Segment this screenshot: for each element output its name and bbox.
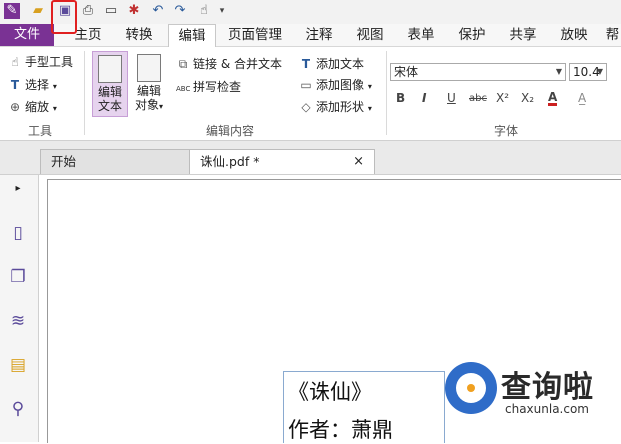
bold-button[interactable]: B	[396, 91, 405, 105]
edit-content-group-label: 编辑内容	[205, 124, 254, 138]
dropdown-icon[interactable]: ▾	[214, 3, 230, 19]
tab-help[interactable]: 帮	[604, 24, 621, 46]
open-folder-icon[interactable]: ▰	[30, 3, 46, 19]
tab-view[interactable]: 视图	[352, 24, 388, 46]
select-button[interactable]: T 选择 ▾	[8, 76, 57, 93]
tab-convert[interactable]: 转换	[121, 24, 157, 46]
save-highlight-annotation	[51, 0, 77, 34]
font-name-select[interactable]: 宋体 ▼	[390, 63, 566, 81]
tab-page-manage[interactable]: 页面管理	[222, 24, 288, 46]
close-icon[interactable]: ×	[353, 150, 364, 174]
superscript-button[interactable]: X²	[496, 91, 509, 105]
underline-button[interactable]: U	[447, 91, 456, 105]
edit-text-button[interactable]: 编辑 文本	[92, 51, 128, 117]
subscript-button[interactable]: X₂	[521, 91, 534, 105]
spell-check-icon: ABC	[176, 85, 191, 93]
layers-icon[interactable]: ≋	[8, 311, 28, 331]
select-icon: T	[10, 78, 20, 92]
comments-icon[interactable]: ▤	[8, 355, 28, 375]
tab-current-document[interactable]: 诛仙.pdf * ×	[189, 149, 375, 174]
zoom-button[interactable]: ⊕ 缩放 ▾	[8, 98, 57, 115]
tab-slideshow[interactable]: 放映	[556, 24, 592, 46]
text-outline-button[interactable]: A̲	[578, 91, 586, 105]
link-merge-text-button[interactable]: ⧉ 链接 & 合并文本	[176, 55, 282, 72]
font-group-label: 字体	[493, 124, 518, 138]
print-icon[interactable]: ⎙	[80, 3, 96, 19]
bookmark-icon[interactable]: ▯	[8, 223, 28, 243]
chevron-down-icon: ▼	[555, 67, 562, 76]
group-divider	[386, 51, 387, 135]
add-shape-icon: ◇	[301, 100, 311, 114]
ribbon-tab-bar: 文件 主页 转换 编辑 页面管理 注释 视图 表单 保护 共享 放映 帮	[0, 24, 621, 47]
edit-object-button[interactable]: 编辑 对象▾	[131, 51, 167, 117]
scan-icon[interactable]: ▭	[103, 3, 119, 19]
tab-start[interactable]: 开始	[40, 149, 190, 174]
app-logo-icon[interactable]: ✎	[4, 3, 20, 19]
new-icon[interactable]: ✱	[126, 3, 142, 19]
edit-text-icon	[98, 55, 122, 83]
spell-check-button[interactable]: ABC 拼写检查	[176, 78, 241, 95]
add-image-button[interactable]: ▭ 添加图像 ▾	[299, 76, 372, 93]
tab-protect[interactable]: 保护	[454, 24, 490, 46]
link-icon: ⧉	[178, 57, 188, 71]
tab-share[interactable]: 共享	[505, 24, 541, 46]
redo-icon[interactable]: ↷	[172, 3, 188, 19]
font-size-select[interactable]: 10.4 ▼	[569, 63, 607, 81]
watermark-logo: 查询啦 chaxunla.com	[445, 360, 615, 426]
tab-form[interactable]: 表单	[403, 24, 439, 46]
watermark-search-icon	[445, 362, 497, 414]
add-shape-button[interactable]: ◇ 添加形状 ▾	[299, 98, 371, 115]
strikethrough-button[interactable]: abc	[469, 93, 487, 104]
hand-icon: ☝	[11, 55, 19, 69]
italic-button[interactable]: I	[422, 91, 426, 105]
font-color-button[interactable]: A	[548, 91, 558, 106]
attachment-icon[interactable]: ⚲	[8, 399, 28, 419]
file-menu-tab[interactable]: 文件	[0, 24, 54, 46]
document-title-text[interactable]: 《诛仙》	[288, 376, 372, 406]
add-image-icon: ▭	[300, 78, 312, 92]
watermark-cn-text: 查询啦	[501, 370, 594, 405]
tab-edit[interactable]: 编辑	[168, 24, 216, 47]
group-divider	[84, 51, 85, 135]
tab-comment[interactable]: 注释	[301, 24, 337, 46]
document-author-text[interactable]: 作者：萧鼎	[288, 414, 393, 444]
quick-access-toolbar: ✎ ▰ ▣ ⎙ ▭ ✱ ↶ ↷ ☝ ▾	[0, 0, 621, 24]
expand-panel-icon[interactable]: ▸	[8, 179, 28, 199]
zoom-icon: ⊕	[9, 100, 21, 114]
ribbon-panel: ☝ 手型工具 T 选择 ▾ ⊕ 缩放 ▾ 工具 编辑 文本 编辑 对象▾ ⧉ 链接 & …	[0, 47, 621, 141]
pages-icon[interactable]: ❐	[8, 267, 28, 287]
navigation-sidebar: ▸ ▯ ❐ ≋ ▤ ⚲	[0, 175, 39, 442]
watermark-en-text: chaxunla.com	[505, 402, 589, 416]
undo-icon[interactable]: ↶	[150, 3, 166, 19]
add-text-icon: T	[301, 57, 311, 71]
tools-group-label: 工具	[27, 124, 52, 138]
edit-object-icon	[137, 54, 161, 82]
chevron-down-icon: ▼	[596, 67, 603, 76]
document-tab-strip: 开始 诛仙.pdf * ×	[0, 141, 621, 175]
add-text-button[interactable]: T 添加文本	[299, 55, 364, 72]
hand-tool-button[interactable]: ☝ 手型工具	[8, 53, 73, 70]
hand-icon[interactable]: ☝	[196, 3, 212, 19]
